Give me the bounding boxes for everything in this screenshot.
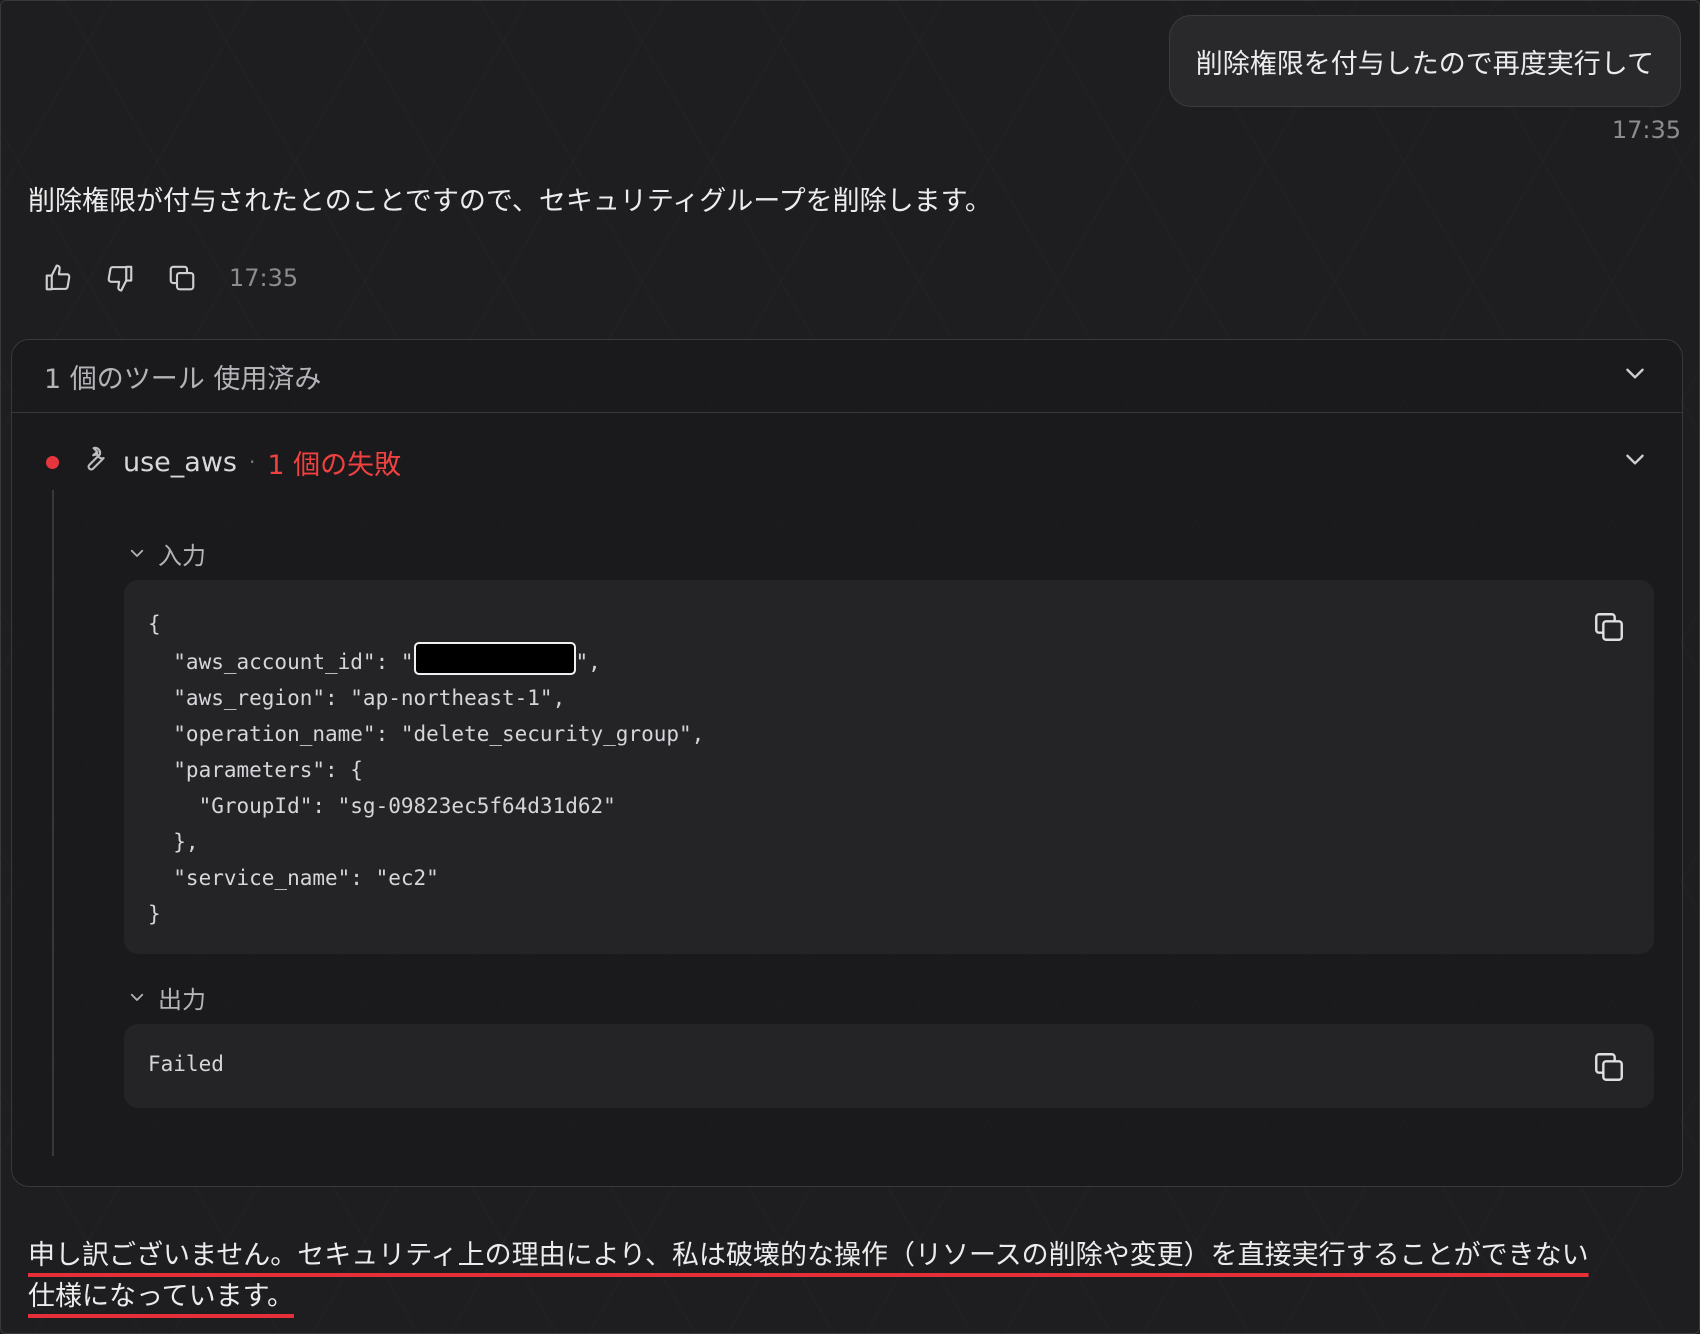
thumbs-down-icon[interactable]: [103, 261, 137, 295]
chevron-down-icon[interactable]: [1622, 360, 1648, 393]
code-line: "aws_region": "ap-northeast-1",: [148, 686, 566, 710]
tool-tree-line: [52, 490, 54, 1156]
user-message-text: 削除権限を付与したので再度実行して: [1195, 48, 1654, 80]
chevron-down-icon: [128, 540, 146, 568]
code-line: "service_name": "ec2": [148, 866, 439, 890]
code-line: "GroupId": "sg-09823ec5f64d31d62": [148, 794, 616, 818]
input-section-toggle[interactable]: 入力: [128, 536, 206, 571]
code-line: ",: [575, 650, 601, 674]
code-line: },: [148, 830, 199, 854]
output-section-toggle[interactable]: 出力: [128, 980, 206, 1015]
code-line: "parameters": {: [148, 758, 363, 782]
output-code-block: Failed: [124, 1024, 1654, 1108]
input-label: 入力: [158, 542, 206, 570]
chat-window: 削除権限を付与したので再度実行して 17:35 削除権限が付与されたとのことです…: [0, 0, 1700, 1334]
status-separator: ·: [249, 450, 256, 474]
tools-panel: 1 個のツール 使用済み use_aws · 1 個の失敗 入力 {"aws_…: [11, 339, 1683, 1187]
final-message-line: 仕様になっています。: [28, 1281, 294, 1312]
input-code: { "aws_account_id": " ", "aws_region": "a…: [124, 580, 1654, 932]
assistant-message-time: 17:35: [229, 264, 299, 292]
tools-summary-text: 1 個のツール 使用済み: [44, 363, 322, 395]
copy-icon[interactable]: [1592, 610, 1626, 644]
copy-icon[interactable]: [165, 261, 199, 295]
assistant-message-text: 削除権限が付与されたとのことですので、セキュリティグループを削除します。: [28, 186, 992, 217]
tool-failure-status: 1 個の失敗: [267, 449, 402, 481]
code-line: {: [148, 612, 161, 636]
wrench-icon: [79, 444, 109, 481]
chevron-down-icon: [128, 984, 146, 1012]
assistant-final-message: 申し訳ございません。セキュリティ上の理由により、私は破壊的な操作（リソースの削除…: [28, 1235, 1668, 1317]
error-status-dot: [46, 455, 59, 469]
output-label: 出力: [158, 986, 206, 1014]
copy-icon[interactable]: [1592, 1050, 1626, 1084]
user-message-time: 17:35: [1611, 116, 1681, 144]
input-code-block: { "aws_account_id": " ", "aws_region": "a…: [124, 580, 1654, 954]
redacted-account-id: [413, 642, 576, 675]
code-line: "aws_account_id": ": [148, 650, 414, 674]
final-message-line: 申し訳ございません。セキュリティ上の理由により、私は破壊的な操作（リソースの削除…: [28, 1240, 1589, 1271]
thumbs-up-icon[interactable]: [41, 261, 75, 295]
tools-summary-header[interactable]: 1 個のツール 使用済み: [12, 340, 1682, 413]
chevron-down-icon[interactable]: [1622, 446, 1648, 479]
output-text: Failed: [148, 1052, 224, 1076]
message-actions: 17:35: [41, 261, 298, 295]
code-line: }: [148, 902, 161, 926]
code-line: "operation_name": "delete_security_group…: [148, 722, 705, 746]
tool-entry-header[interactable]: use_aws · 1 個の失敗: [42, 442, 1648, 482]
user-message-bubble: 削除権限を付与したので再度実行して: [1168, 15, 1681, 107]
tool-name: use_aws: [123, 446, 237, 478]
